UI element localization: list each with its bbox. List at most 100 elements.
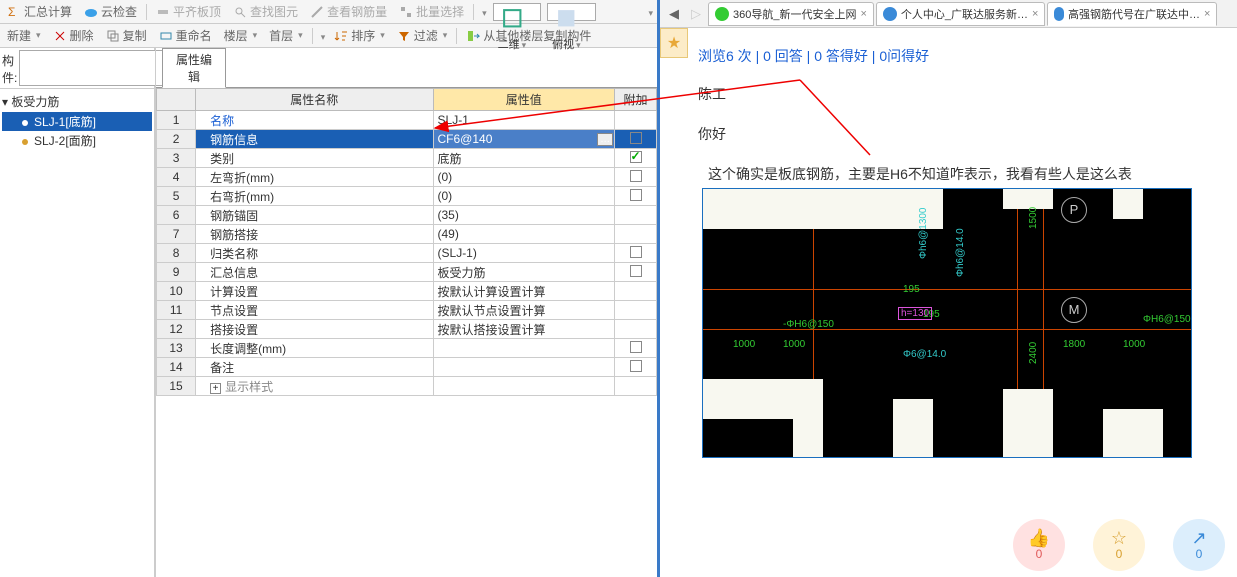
prop-row-5[interactable]: 5右弯折(mm)(0): [157, 187, 657, 206]
prop-row-12[interactable]: 12搭接设置按默认搭接设置计算: [157, 320, 657, 339]
checkrebar-button[interactable]: 查看钢筋量: [307, 2, 390, 21]
delete-button[interactable]: 删除: [50, 26, 97, 45]
bookmark-star-button[interactable]: ★: [660, 28, 688, 58]
browser-tab-2[interactable]: 高强钢筋代号在广联达中…×: [1047, 2, 1217, 26]
bubble-p: P: [1061, 197, 1087, 223]
sigma-icon: Σ: [7, 5, 21, 19]
more2-dropdown[interactable]: [319, 29, 326, 43]
rename-icon: [159, 29, 173, 43]
greeting: 你好: [698, 124, 1225, 144]
nav-back-button[interactable]: ◀: [664, 4, 684, 24]
col-name: 属性名称: [196, 89, 433, 111]
favicon-icon: [883, 7, 897, 21]
prop-row-10[interactable]: 10计算设置按默认计算设置计算: [157, 282, 657, 301]
prop-row-6[interactable]: 6钢筋锚固(35): [157, 206, 657, 225]
prop-row-9[interactable]: 9汇总信息板受力筋: [157, 263, 657, 282]
expand-icon[interactable]: +: [210, 383, 221, 394]
delete-icon: [53, 29, 67, 43]
reaction-bar: 👍0 ☆0 ↗0: [1013, 519, 1225, 571]
browser-tabbar: ◀ ▷ 360导航_新一代安全上网×个人中心_广联达服务新…×高强钢筋代号在广联…: [660, 0, 1237, 28]
label-h6-14b: Φ6@14.0: [903, 349, 946, 360]
prop-row-2[interactable]: 2钢筋信息CF6@140…: [157, 130, 657, 149]
new-button[interactable]: 新建: [4, 26, 44, 45]
flatplate-button[interactable]: 平齐板顶: [153, 2, 224, 21]
prop-row-4[interactable]: 4左弯折(mm)(0): [157, 168, 657, 187]
tree-item-0[interactable]: SLJ-1[底筋]: [2, 112, 152, 131]
favicon-icon: [1054, 7, 1064, 21]
firstfloor-button[interactable]: 首层: [266, 26, 306, 45]
more-dropdown[interactable]: [480, 5, 487, 19]
checkbox[interactable]: [630, 189, 642, 201]
nav-fwd-button[interactable]: ▷: [686, 4, 706, 24]
rename-button[interactable]: 重命名: [156, 26, 215, 45]
prop-row-7[interactable]: 7钢筋搭接(49): [157, 225, 657, 244]
prop-row-3[interactable]: 3类别底筋: [157, 149, 657, 168]
checkbox[interactable]: [630, 246, 642, 258]
author-name: 陈工: [698, 84, 1225, 104]
front-icon: [552, 23, 581, 35]
filter-icon: [397, 29, 411, 43]
dim-2400: 2400: [1028, 342, 1039, 364]
close-icon[interactable]: ×: [1204, 8, 1210, 20]
copyfrom-icon: [466, 29, 480, 43]
findelem-button[interactable]: 查找图元: [230, 2, 301, 21]
dim-1500: 1500: [1028, 207, 1039, 229]
cloudcheck-button[interactable]: 云检查: [81, 2, 140, 21]
prop-row-14[interactable]: 14备注: [157, 358, 657, 377]
browser-tab-0[interactable]: 360导航_新一代安全上网×: [708, 2, 874, 26]
property-tab[interactable]: 属性编辑: [162, 48, 226, 88]
favicon-icon: [715, 7, 729, 21]
sumcalc-button[interactable]: Σ汇总计算: [4, 2, 75, 21]
gear-icon: [20, 117, 30, 127]
left-application-pane: Σ汇总计算 云检查 平齐板顶 查找图元 查看钢筋量 批量选择 二维 俯视 新建 …: [0, 0, 660, 577]
component-tree: ▾ 板受力筋 SLJ-1[底筋]SLJ-2[面筋]: [0, 89, 154, 152]
sort-button[interactable]: 排序: [331, 26, 388, 45]
frontview-combo[interactable]: 俯视: [547, 3, 596, 21]
copy-button[interactable]: 复制: [103, 26, 150, 45]
dim-1000c: 1000: [1123, 339, 1145, 350]
toolbar-top: Σ汇总计算 云检查 平齐板顶 查找图元 查看钢筋量 批量选择 二维 俯视: [0, 0, 657, 24]
thumbsup-icon: 👍: [1028, 529, 1050, 547]
share-button[interactable]: ↗0: [1173, 519, 1225, 571]
label-phi6-1300: Φh6@1300: [918, 208, 929, 260]
checkbox[interactable]: [630, 151, 642, 163]
checkbox[interactable]: [630, 132, 642, 144]
sort-icon: [334, 29, 348, 43]
copy-icon: [106, 29, 120, 43]
dim-1000b: 1000: [783, 339, 805, 350]
checkbox[interactable]: [630, 265, 642, 277]
close-icon[interactable]: ×: [860, 8, 866, 20]
label-h6-150b: ΦH6@150: [1143, 314, 1191, 325]
browser-tab-1[interactable]: 个人中心_广联达服务新…×: [876, 2, 1046, 26]
plate-icon: [156, 5, 170, 19]
rebar-icon: [310, 5, 324, 19]
cube-icon: [498, 23, 527, 35]
view2d-combo[interactable]: 二维: [493, 3, 542, 21]
prop-row-11[interactable]: 11节点设置按默认节点设置计算: [157, 301, 657, 320]
floor-button[interactable]: 楼层: [221, 26, 261, 45]
label-h6-14a: Φh6@14.0: [955, 228, 966, 277]
checkbox[interactable]: [630, 170, 642, 182]
like-button[interactable]: 👍0: [1013, 519, 1065, 571]
tree-item-1[interactable]: SLJ-2[面筋]: [2, 131, 152, 150]
prop-row-1[interactable]: 1名称SLJ-1: [157, 111, 657, 130]
cloud-icon: [84, 5, 98, 19]
dim-1000a: 1000: [733, 339, 755, 350]
component-sidebar: 构件: 🔍 ▾ 板受力筋 SLJ-1[底筋]SLJ-2[面筋]: [0, 48, 155, 577]
ellipsis-button[interactable]: …: [597, 133, 613, 146]
prop-row-8[interactable]: 8归类名称(SLJ-1): [157, 244, 657, 263]
checkbox[interactable]: [630, 360, 642, 372]
overflow-dropdown[interactable]: [646, 5, 653, 19]
checkbox[interactable]: [630, 341, 642, 353]
property-panel: 属性编辑 属性名称 属性值 附加 1名称SLJ-12钢筋信息CF6@140…3类…: [155, 48, 657, 577]
col-value: 属性值: [433, 89, 615, 111]
close-icon[interactable]: ×: [1032, 8, 1038, 20]
prop-row-13[interactable]: 13长度调整(mm): [157, 339, 657, 358]
tree-root[interactable]: ▾ 板受力筋: [2, 91, 152, 112]
search-label: 构件:: [2, 50, 19, 86]
favorite-button[interactable]: ☆0: [1093, 519, 1145, 571]
batchsel-button[interactable]: 批量选择: [396, 2, 467, 21]
prop-row-15[interactable]: 15+显示样式: [157, 377, 657, 396]
filter-button[interactable]: 过滤: [394, 26, 451, 45]
search-icon: [233, 5, 247, 19]
